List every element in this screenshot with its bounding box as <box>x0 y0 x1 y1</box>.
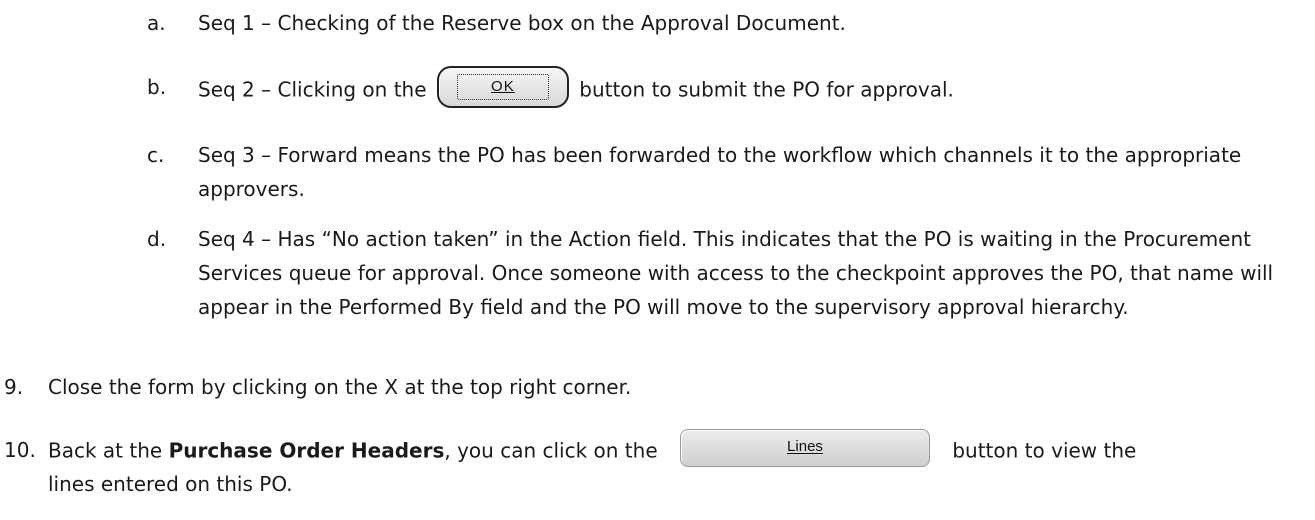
list-text: Seq 3 – Forward means the PO has been fo… <box>198 143 1242 201</box>
step-number: 10. <box>4 438 36 462</box>
list-marker: d. <box>147 227 167 251</box>
list-marker: a. <box>147 11 166 35</box>
step-text: Close the form by clicking on the X at t… <box>48 375 632 399</box>
step-text-before: Back at the <box>48 438 163 463</box>
list-text-after: button to submit the PO for approval. <box>579 77 954 102</box>
lines-button[interactable]: Lines <box>679 429 930 467</box>
lines-button-label: Lines <box>787 438 823 455</box>
step-text: Back at the Purchase Order Headers, you … <box>48 429 1137 471</box>
step-text-after: button to view the <box>952 438 1137 463</box>
list-marker: c. <box>147 143 165 167</box>
step-text-line2: lines entered on this PO. <box>48 472 293 496</box>
purchase-order-headers-label: Purchase Order Headers <box>168 438 445 463</box>
list-text: Seq 1 – Checking of the Reserve box on t… <box>198 11 846 35</box>
step-number: 9. <box>4 375 24 399</box>
ok-button-label: OK <box>491 78 515 95</box>
ok-button[interactable]: OK <box>436 66 569 108</box>
list-text-before: Seq 2 – Clicking on the <box>198 77 427 102</box>
step-text-middle: , you can click on the <box>444 438 658 463</box>
list-marker: b. <box>147 75 167 99</box>
list-text: Seq 4 – Has “No action taken” in the Act… <box>198 227 1274 319</box>
list-text: Seq 2 – Clicking on the OK button to sub… <box>198 66 954 112</box>
